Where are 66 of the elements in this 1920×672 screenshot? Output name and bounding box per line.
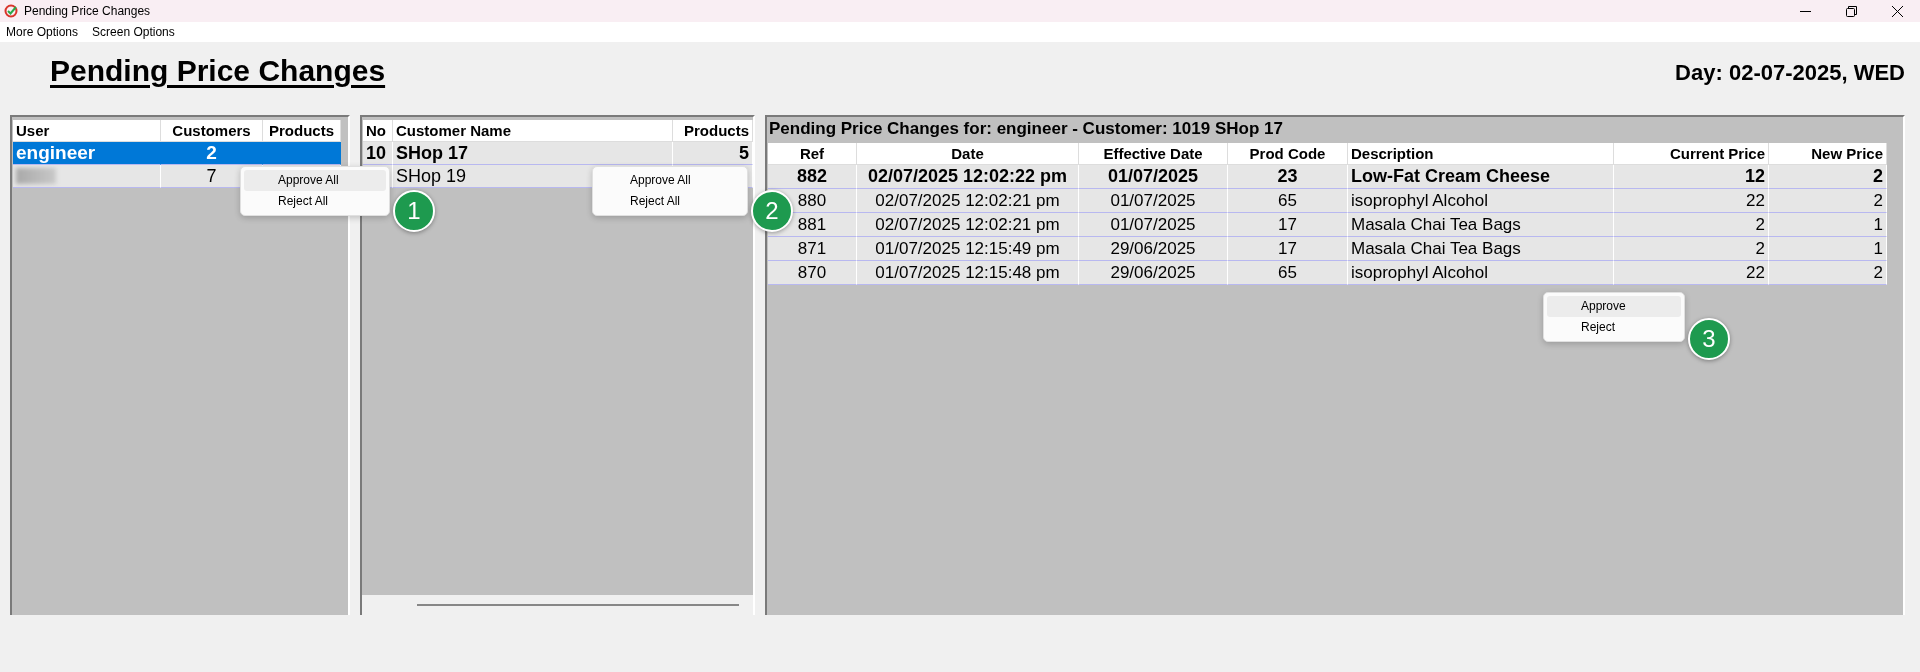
table-cell: 1 (1769, 213, 1887, 237)
table-cell: SHop 17 (393, 142, 673, 165)
table-cell: 22 (1614, 189, 1769, 213)
table-cell: 1 (1769, 237, 1887, 261)
table-cell: 870 (768, 261, 857, 285)
table-cell: 01/07/2025 12:15:48 pm (857, 261, 1079, 285)
menu-option[interactable]: Approve (1547, 296, 1681, 317)
table-cell: 2 (161, 142, 263, 165)
table-cell: 882 (768, 165, 857, 189)
table-cell: 2 (1769, 189, 1887, 213)
menu-option[interactable]: Reject All (596, 191, 744, 212)
column-header[interactable]: Ref (768, 143, 857, 165)
table-cell: 22 (1614, 261, 1769, 285)
table-cell: 01/07/2025 (1079, 189, 1228, 213)
menu-option[interactable]: Reject All (244, 191, 386, 212)
table-cell: 29/06/2025 (1079, 237, 1228, 261)
table-cell: 17 (1228, 237, 1348, 261)
restore-icon (1845, 5, 1857, 17)
menu-option[interactable]: Approve All (244, 170, 386, 191)
column-header[interactable]: No (363, 120, 393, 142)
table-cell: 10 (363, 142, 393, 165)
table-cell: 12 (1614, 165, 1769, 189)
table-cell: 01/07/2025 12:15:49 pm (857, 237, 1079, 261)
table-cell: 01/07/2025 (1079, 213, 1228, 237)
table-cell: 29/06/2025 (1079, 261, 1228, 285)
column-header[interactable]: Prod Code (1228, 143, 1348, 165)
page-heading: Pending Price Changes (50, 54, 386, 88)
column-header[interactable]: Products (263, 120, 341, 142)
table-cell: Masala Chai Tea Bags (1348, 213, 1614, 237)
table-cell: Low-Fat Cream Cheese (1348, 165, 1614, 189)
table-cell: 2 (1614, 213, 1769, 237)
table-cell: 65 (1228, 261, 1348, 285)
table-cell: 02/07/2025 12:02:22 pm (857, 165, 1079, 189)
app-logo-icon (4, 4, 18, 18)
column-header[interactable]: Products (673, 120, 753, 142)
table-cell: 65 (1228, 189, 1348, 213)
column-header[interactable]: Customer Name (393, 120, 673, 142)
table-cell: 2 (1769, 165, 1887, 189)
table-cell: 2 (1614, 237, 1769, 261)
column-header[interactable]: Date (857, 143, 1079, 165)
close-icon (1891, 5, 1903, 17)
menu-option[interactable]: Reject (1547, 317, 1681, 338)
table-cell: engineer (13, 142, 161, 165)
table-cell: 2 (1769, 261, 1887, 285)
window-title: Pending Price Changes (24, 4, 151, 18)
column-header[interactable]: Effective Date (1079, 143, 1228, 165)
column-header[interactable]: Customers (161, 120, 263, 142)
table-cell: 17 (1228, 213, 1348, 237)
column-header[interactable]: User (13, 120, 161, 142)
menu-item[interactable]: Screen Options (92, 25, 175, 39)
table-cell: 02/07/2025 12:02:21 pm (857, 189, 1079, 213)
column-header[interactable]: Current Price (1614, 143, 1769, 165)
horizontal-scrollbar[interactable] (362, 595, 753, 615)
table-cell: 871 (768, 237, 857, 261)
minimize-icon (1799, 10, 1811, 12)
column-header[interactable]: Description (1348, 143, 1614, 165)
table-cell: 01/07/2025 (1079, 165, 1228, 189)
table-cell: isoprophyl Alcohol (1348, 189, 1614, 213)
menu-item[interactable]: More Options (6, 25, 79, 39)
table-cell: isoprophyl Alcohol (1348, 261, 1614, 285)
table-cell: 23 (1228, 165, 1348, 189)
table-cell: 5 (673, 142, 753, 165)
table-cell: Masala Chai Tea Bags (1348, 237, 1614, 261)
table-cell: 02/07/2025 12:02:21 pm (857, 213, 1079, 237)
day-label: Day: 02-07-2025, WED (1675, 59, 1905, 86)
column-header[interactable]: New Price (1769, 143, 1887, 165)
